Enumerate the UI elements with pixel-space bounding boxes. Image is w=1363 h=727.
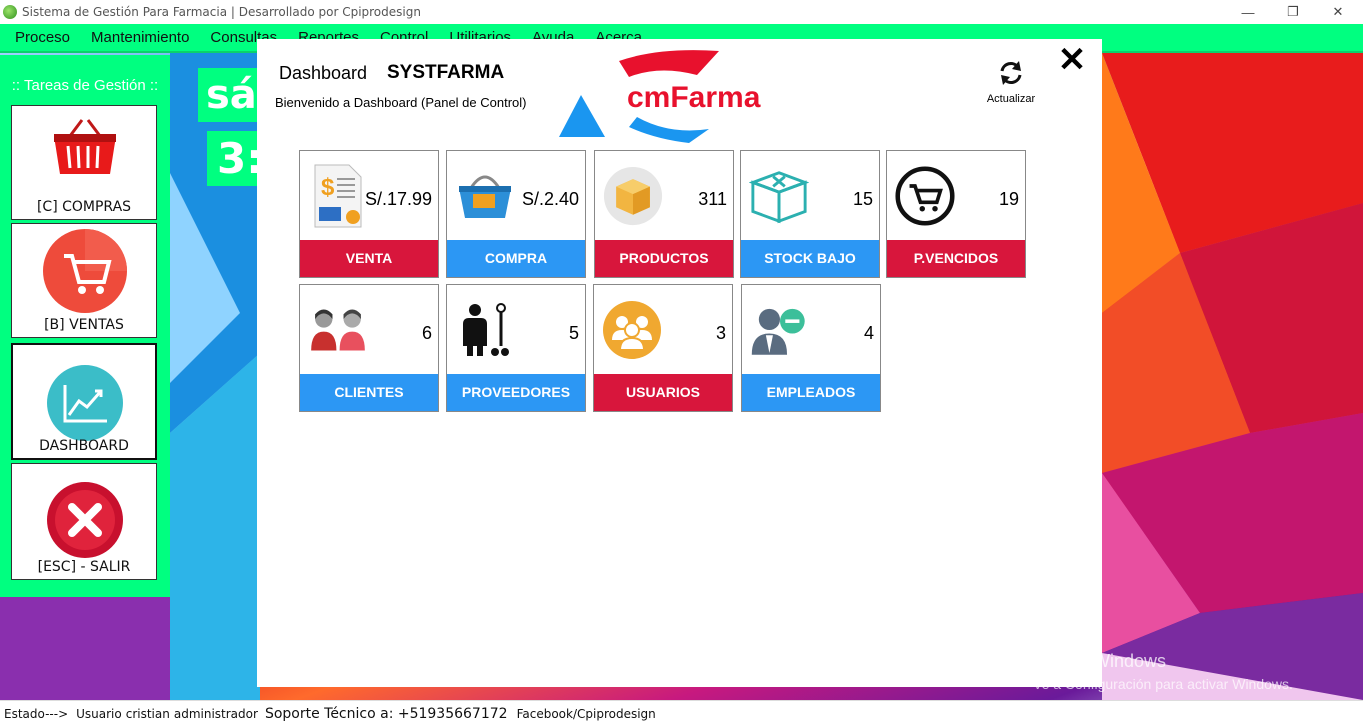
dashboard-label: DASHBOARD bbox=[39, 438, 129, 454]
basket-icon bbox=[455, 159, 515, 233]
supplier-icon bbox=[455, 293, 515, 367]
window-title: Sistema de Gestión Para Farmacia | Desar… bbox=[22, 5, 421, 19]
venta-label: VENTA bbox=[300, 240, 438, 277]
compra-label: COMPRA bbox=[447, 240, 585, 277]
dashboard-title: Dashboard bbox=[279, 63, 368, 83]
p-vencidos-label: P.VENCIDOS bbox=[887, 240, 1025, 277]
logo-text: cmFarma bbox=[627, 81, 761, 114]
productos-label: PRODUCTOS bbox=[595, 240, 733, 277]
chart-trend-icon bbox=[47, 365, 123, 441]
task-panel: :: Tareas de Gestión :: [C] COMPRAS [B] … bbox=[0, 55, 170, 597]
card-productos[interactable]: 311 PRODUCTOS bbox=[594, 150, 734, 278]
menu-mantenimiento[interactable]: Mantenimiento bbox=[80, 29, 199, 46]
ventas-tile[interactable]: [B] VENTAS bbox=[11, 223, 157, 338]
card-venta[interactable]: $ S/.17.99 VENTA bbox=[299, 150, 439, 278]
status-bar: Estado---> Usuario cristian administrado… bbox=[0, 700, 1363, 727]
p-vencidos-value: 19 bbox=[998, 189, 1019, 209]
users-icon bbox=[602, 293, 662, 367]
clients-icon bbox=[308, 293, 368, 367]
minimize-button[interactable]: — bbox=[1225, 0, 1271, 24]
background-text-1: sá bbox=[198, 68, 258, 122]
dashboard-dialog: Dashboard SYSTFARMA Bienvenido a Dashboa… bbox=[257, 39, 1102, 687]
status-usuario-name: cristian bbox=[125, 707, 170, 721]
window-close-button[interactable]: ✕ bbox=[1315, 0, 1361, 24]
menu-proceso[interactable]: Proceso bbox=[0, 29, 80, 46]
shopping-cart-icon bbox=[43, 229, 127, 313]
dashboard-tile[interactable]: DASHBOARD bbox=[11, 343, 157, 460]
status-usuario-role: administrador bbox=[173, 707, 258, 721]
task-panel-title: :: Tareas de Gestión :: bbox=[11, 77, 159, 94]
proveedores-label: PROVEEDORES bbox=[447, 374, 585, 411]
usuarios-value: 3 bbox=[715, 323, 726, 343]
stock-bajo-label: STOCK BAJO bbox=[741, 240, 879, 277]
close-circle-icon bbox=[47, 482, 123, 558]
salir-label: [ESC] - SALIR bbox=[37, 559, 131, 575]
stock-bajo-value: 15 bbox=[852, 189, 873, 209]
productos-value: 311 bbox=[698, 189, 727, 209]
cmfarma-logo: cmFarma bbox=[559, 47, 779, 143]
usuarios-label: USUARIOS bbox=[594, 374, 732, 411]
shopping-basket-icon bbox=[54, 119, 116, 174]
compra-value: S/.2.40 bbox=[521, 189, 579, 209]
activation-watermark-title: Activar Windows bbox=[1033, 651, 1167, 671]
box-icon bbox=[603, 159, 663, 233]
venta-value: S/.17.99 bbox=[364, 189, 432, 209]
status-usuario-label: Usuario bbox=[76, 707, 122, 721]
maximize-button[interactable]: ❐ bbox=[1270, 0, 1316, 24]
ventas-label: [B] VENTAS bbox=[44, 317, 124, 333]
card-empleados[interactable]: 4 EMPLEADOS bbox=[741, 284, 881, 412]
compras-label: [C] COMPRAS bbox=[36, 199, 132, 215]
app-icon bbox=[3, 5, 17, 19]
employees-icon bbox=[750, 293, 810, 367]
refresh-label: Actualizar bbox=[986, 93, 1036, 105]
card-clientes[interactable]: 6 CLIENTES bbox=[299, 284, 439, 412]
compras-tile[interactable]: [C] COMPRAS bbox=[11, 105, 157, 220]
card-usuarios[interactable]: 3 USUARIOS bbox=[593, 284, 733, 412]
dashboard-brand: SYSTFARMA bbox=[387, 62, 505, 83]
dashboard-welcome: Bienvenido a Dashboard (Panel de Control… bbox=[275, 95, 527, 110]
background-text-2: 3: bbox=[207, 131, 263, 186]
refresh-button[interactable]: Actualizar bbox=[983, 59, 1039, 105]
proveedores-value: 5 bbox=[568, 323, 579, 343]
activation-watermark-text: Ve a Configuración para activar Windows. bbox=[1033, 676, 1293, 692]
card-proveedores[interactable]: 5 PROVEEDORES bbox=[446, 284, 586, 412]
card-compra[interactable]: S/.2.40 COMPRA bbox=[446, 150, 586, 278]
card-p-vencidos[interactable]: 19 P.VENCIDOS bbox=[886, 150, 1026, 278]
salir-tile[interactable]: [ESC] - SALIR bbox=[11, 463, 157, 580]
cart-circle-icon bbox=[895, 159, 955, 233]
title-bar: Sistema de Gestión Para Farmacia | Desar… bbox=[0, 0, 1363, 24]
status-soporte: Soporte Técnico a: +51935667172 bbox=[264, 706, 508, 722]
refresh-icon bbox=[1000, 61, 1022, 85]
empleados-value: 4 bbox=[863, 323, 874, 343]
dialog-close-button[interactable]: ✕ bbox=[1057, 43, 1087, 77]
status-estado: Estado---> bbox=[4, 707, 69, 721]
clientes-label: CLIENTES bbox=[300, 374, 438, 411]
empleados-label: EMPLEADOS bbox=[742, 374, 880, 411]
card-stock-bajo[interactable]: 15 STOCK BAJO bbox=[740, 150, 880, 278]
invoice-icon: $ bbox=[308, 159, 368, 233]
svg-text:$: $ bbox=[321, 174, 335, 201]
clientes-value: 6 bbox=[421, 323, 432, 343]
status-facebook: Facebook/Cpiprodesign bbox=[516, 707, 656, 721]
empty-box-icon bbox=[749, 159, 809, 233]
